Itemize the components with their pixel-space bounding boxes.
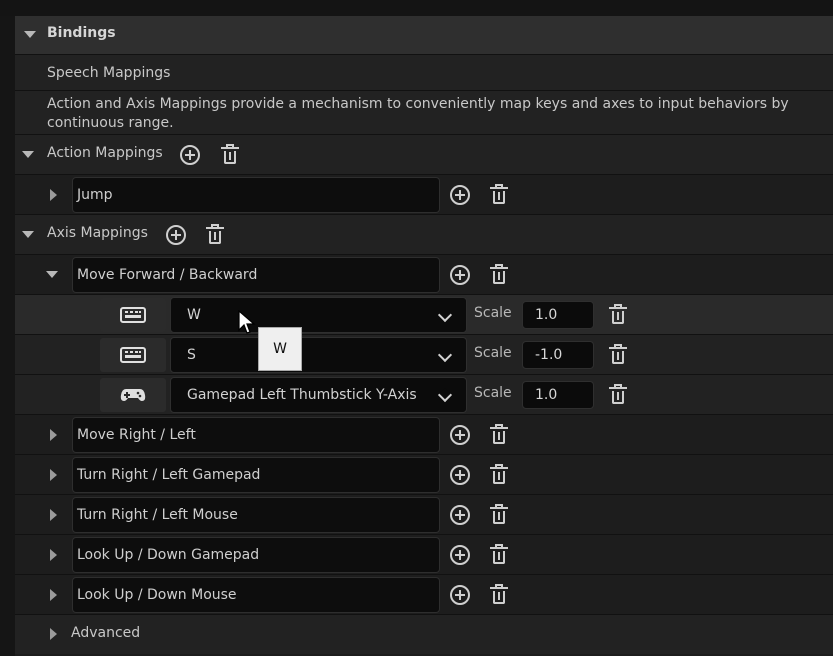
axis-mapping-row[interactable]: Look Up / Down Mouse (15, 574, 833, 614)
collapse-arrow-icon[interactable] (22, 151, 34, 158)
add-key-icon[interactable] (450, 545, 470, 565)
expand-arrow-icon[interactable] (50, 509, 57, 521)
scale-label: Scale (474, 385, 512, 401)
axis-mapping-row[interactable]: Move Right / Left (15, 414, 833, 454)
add-key-icon[interactable] (450, 185, 470, 205)
add-key-icon[interactable] (450, 585, 470, 605)
key-tooltip: W (258, 327, 302, 371)
delete-axis-mapping-icon[interactable] (489, 584, 509, 606)
delete-axis-mapping-icon[interactable] (489, 264, 509, 286)
scale-input[interactable]: 1.0 (522, 301, 594, 329)
keyboard-icon (120, 307, 146, 323)
key-dropdown-value: W (187, 307, 201, 323)
axis-mapping-name-input[interactable]: Look Up / Down Gamepad (72, 537, 440, 573)
axis-mapping-row[interactable]: Move Forward / Backward (15, 254, 833, 294)
chevron-down-icon (437, 387, 453, 403)
collapse-arrow-icon (24, 31, 36, 38)
delete-key-icon[interactable] (608, 304, 628, 326)
add-key-icon[interactable] (450, 425, 470, 445)
scale-label: Scale (474, 305, 512, 321)
left-gutter (0, 16, 15, 656)
expand-arrow-icon[interactable] (50, 429, 57, 441)
add-key-icon[interactable] (450, 265, 470, 285)
axis-mapping-name-input[interactable]: Move Right / Left (72, 417, 440, 453)
key-dropdown[interactable]: S (170, 337, 467, 373)
axis-mapping-name-input[interactable]: Turn Right / Left Mouse (72, 497, 440, 533)
axis-mapping-name-input[interactable]: Move Forward / Backward (72, 257, 440, 293)
axis-mappings-label: Axis Mappings (47, 225, 148, 241)
add-axis-mapping-icon[interactable] (166, 225, 186, 245)
axis-mapping-name-input[interactable]: Look Up / Down Mouse (72, 577, 440, 613)
axis-key-row[interactable]: Gamepad Left Thumbstick Y-Axis Scale 1.0 (15, 374, 833, 414)
description-line-2: continuous range. (47, 115, 174, 131)
key-selector-button[interactable] (100, 298, 166, 332)
speech-mappings-label: Speech Mappings (47, 65, 171, 81)
expand-arrow-icon[interactable] (50, 549, 57, 561)
advanced-label: Advanced (71, 625, 141, 641)
action-mapping-row[interactable]: Jump (15, 174, 833, 214)
mouse-cursor-icon (238, 310, 256, 334)
chevron-down-icon (437, 307, 453, 323)
key-dropdown-value: S (187, 347, 196, 363)
bindings-category-header[interactable]: Bindings (15, 16, 833, 54)
chevron-down-icon (437, 347, 453, 363)
add-action-mapping-icon[interactable] (180, 145, 200, 165)
key-selector-button[interactable] (100, 338, 166, 372)
scale-label: Scale (474, 345, 512, 361)
axis-mapping-row[interactable]: Turn Right / Left Mouse (15, 494, 833, 534)
add-key-icon[interactable] (450, 505, 470, 525)
scale-input[interactable]: -1.0 (522, 341, 594, 369)
clear-action-mappings-icon[interactable] (220, 144, 240, 166)
axis-mapping-row[interactable]: Look Up / Down Gamepad (15, 534, 833, 574)
action-mapping-name-input[interactable]: Jump (72, 177, 440, 213)
axis-mapping-row[interactable]: Turn Right / Left Gamepad (15, 454, 833, 494)
expand-arrow-icon[interactable] (50, 189, 57, 201)
expand-arrow-icon[interactable] (50, 628, 57, 640)
delete-action-mapping-icon[interactable] (489, 184, 509, 206)
delete-axis-mapping-icon[interactable] (489, 504, 509, 526)
top-bar (0, 0, 833, 16)
bindings-header-label: Bindings (47, 25, 116, 41)
add-key-icon[interactable] (450, 465, 470, 485)
delete-axis-mapping-icon[interactable] (489, 544, 509, 566)
speech-mappings-row[interactable]: Speech Mappings (15, 54, 833, 90)
axis-mappings-header[interactable]: Axis Mappings (15, 214, 833, 254)
keyboard-icon (120, 347, 146, 363)
action-mappings-header[interactable]: Action Mappings (15, 134, 833, 174)
description-row: Action and Axis Mappings provide a mecha… (15, 90, 833, 134)
axis-key-row[interactable]: S Scale -1.0 (15, 334, 833, 374)
axis-key-row[interactable]: W Scale 1.0 (15, 294, 833, 334)
key-dropdown[interactable]: Gamepad Left Thumbstick Y-Axis (170, 377, 467, 413)
gamepad-icon (120, 389, 146, 401)
description-line-1: Action and Axis Mappings provide a mecha… (47, 96, 789, 112)
delete-axis-mapping-icon[interactable] (489, 464, 509, 486)
collapse-arrow-icon[interactable] (46, 271, 58, 278)
delete-key-icon[interactable] (608, 344, 628, 366)
delete-key-icon[interactable] (608, 384, 628, 406)
scale-input[interactable]: 1.0 (522, 381, 594, 409)
delete-axis-mapping-icon[interactable] (489, 424, 509, 446)
advanced-row[interactable]: Advanced (15, 614, 833, 654)
clear-axis-mappings-icon[interactable] (205, 224, 225, 246)
key-selector-button[interactable] (100, 378, 166, 412)
key-dropdown-value: Gamepad Left Thumbstick Y-Axis (187, 387, 417, 403)
collapse-arrow-icon[interactable] (22, 231, 34, 238)
expand-arrow-icon[interactable] (50, 469, 57, 481)
key-dropdown[interactable]: W (170, 297, 467, 333)
axis-mapping-name-input[interactable]: Turn Right / Left Gamepad (72, 457, 440, 493)
expand-arrow-icon[interactable] (50, 589, 57, 601)
action-mappings-label: Action Mappings (47, 145, 163, 161)
